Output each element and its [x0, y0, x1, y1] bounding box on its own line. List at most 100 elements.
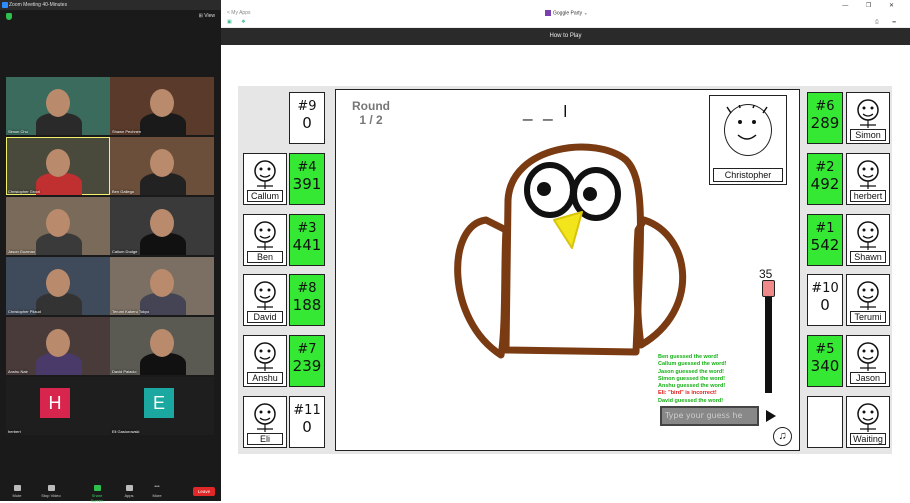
- player-points: 542: [810, 236, 840, 254]
- player-avatar-icon: [857, 221, 879, 250]
- participant-head: [150, 149, 174, 177]
- timer-value: 35: [759, 267, 773, 281]
- participant-name: Simon Chu: [8, 129, 28, 134]
- apps-button[interactable]: Apps: [118, 485, 140, 498]
- stop-video-button[interactable]: Stop Video: [40, 485, 62, 498]
- how-to-play-bar[interactable]: How to Play: [221, 28, 910, 45]
- player-avatar-icon: [254, 342, 276, 371]
- more-button[interactable]: ••• More: [146, 484, 168, 499]
- chat-message: Simon guessed the word!: [658, 375, 725, 382]
- player-score: #9 0: [289, 92, 325, 144]
- drawer-name: Christopher: [713, 168, 783, 182]
- zoom-title-bar: Zoom Meeting 40-Minutes: [0, 0, 221, 10]
- toolbar-icons-right[interactable]: ⎙ ☰: [875, 19, 902, 25]
- share-screen-button[interactable]: Share Screen: [86, 485, 108, 503]
- chat-message: Eli: "bird" is incorrect!: [658, 390, 717, 397]
- player-rank: #7: [297, 342, 317, 357]
- tab-title-text: Goggle Party: [553, 10, 583, 17]
- player-score: #3 441: [289, 214, 325, 266]
- player-avatar-icon: [254, 221, 276, 250]
- player-score: #10 0: [807, 274, 843, 326]
- player-score: #5 340: [807, 335, 843, 387]
- participant-name: herbert: [8, 429, 21, 434]
- player-name: David: [247, 311, 283, 323]
- camera-icon: [47, 485, 55, 491]
- participant-head: [150, 269, 174, 297]
- player-rank: #5: [815, 342, 835, 357]
- participant-name: Jason Guzman: [8, 249, 35, 254]
- player-card: Terumi: [846, 274, 890, 326]
- participant-tile[interactable]: Shawn Pechnen: [110, 77, 214, 135]
- tab-title[interactable]: Goggle Party ⌄: [545, 10, 588, 16]
- share-screen-label: Share Screen: [90, 493, 104, 503]
- chat-message: Ben guessed the word!: [658, 354, 719, 360]
- share-screen-icon: [93, 485, 101, 491]
- participant-head: [46, 329, 70, 357]
- participant-tile[interactable]: Hherbert: [6, 377, 110, 435]
- player-rank: #1: [815, 221, 835, 236]
- player-rank: #6: [815, 99, 835, 114]
- goggle-party-logo-icon: [545, 10, 551, 16]
- security-shield-icon[interactable]: [6, 13, 12, 20]
- current-drawer-card: Christopher: [709, 95, 787, 185]
- browser-top-bar: < My Apps Goggle Party ⌄ — ❐ ✕ ▣ ❖ ⎙ ☰: [221, 0, 910, 28]
- participant-tile[interactable]: Anshu Nair: [6, 317, 110, 375]
- player-rank: #10: [811, 281, 839, 296]
- player-card: Jason: [846, 335, 890, 387]
- participant-tile[interactable]: Ben Gallego: [110, 137, 214, 195]
- player-card: David: [243, 274, 287, 326]
- player-points: 188: [292, 296, 322, 314]
- slider-handle[interactable]: [762, 280, 775, 297]
- participant-tile[interactable]: Terumi Kakeru Tokyo: [110, 257, 214, 315]
- player-avatar-icon: [857, 403, 879, 432]
- mute-button[interactable]: Mute: [6, 485, 28, 498]
- view-button[interactable]: ⊞ View: [199, 13, 215, 19]
- participant-tile[interactable]: Christopher Groot: [6, 137, 110, 195]
- bird-beak: [553, 211, 583, 249]
- player-points: 0: [302, 114, 312, 132]
- player-card: Simon: [846, 92, 890, 144]
- participant-tile[interactable]: Callum Dodge: [110, 197, 214, 255]
- mic-icon: [13, 485, 21, 491]
- player-rank: #3: [297, 221, 317, 236]
- chat-message: Callum guessed the word!: [658, 361, 727, 368]
- player-avatar-icon: [254, 403, 276, 432]
- word-hint: _ _ l: [523, 102, 571, 121]
- bird-left-wing: [454, 216, 510, 359]
- player-points: 289: [810, 114, 840, 132]
- drawer-avatar-icon: [724, 102, 772, 156]
- player-avatar-icon: [857, 160, 879, 189]
- participant-tile[interactable]: Simon Chu: [6, 77, 110, 135]
- guess-input[interactable]: Type your guess he: [660, 406, 759, 426]
- participant-tile[interactable]: E Eli Gasiorowski: [110, 377, 214, 435]
- player-score: #6 289: [807, 92, 843, 144]
- participant-tile[interactable]: Jason Guzman: [6, 197, 110, 255]
- ellipsis-icon: •••: [154, 484, 160, 490]
- participant-tile[interactable]: David Palacio: [110, 317, 214, 375]
- back-to-apps-link[interactable]: < My Apps: [227, 10, 250, 16]
- player-avatar-icon: [857, 99, 879, 128]
- player-name: Simon: [850, 129, 886, 141]
- send-guess-icon[interactable]: [766, 410, 776, 422]
- zoom-toolbar: Mute Stop Video Share Screen Apps ••• Mor…: [0, 481, 221, 503]
- player-avatar-icon: [857, 342, 879, 371]
- player-name: herbert: [850, 190, 886, 202]
- player-avatar-icon: [857, 281, 879, 310]
- chat-log: Ben guessed the word! Callum guessed the …: [658, 354, 726, 405]
- participant-name: Ben Gallego: [112, 189, 135, 194]
- apps-label: Apps: [124, 493, 134, 498]
- player-name: Eli: [247, 433, 283, 445]
- player-score: #4 391: [289, 153, 325, 205]
- leave-button[interactable]: Leave: [193, 487, 215, 496]
- participant-head: [150, 89, 174, 117]
- window-controls[interactable]: — ❐ ✕: [842, 2, 902, 9]
- how-to-play-label: How to Play: [549, 33, 582, 39]
- brush-size-slider[interactable]: [762, 280, 775, 393]
- round-label: Round: [352, 99, 390, 113]
- player-score: #11 0: [289, 396, 325, 448]
- chat-message: Anshu guessed the word!: [658, 383, 726, 390]
- toolbar-icons-left[interactable]: ▣ ❖: [227, 19, 250, 25]
- music-toggle-icon[interactable]: ♫: [773, 427, 792, 446]
- participant-head: [150, 329, 174, 357]
- participant-tile[interactable]: Christopher Pilaud: [6, 257, 110, 315]
